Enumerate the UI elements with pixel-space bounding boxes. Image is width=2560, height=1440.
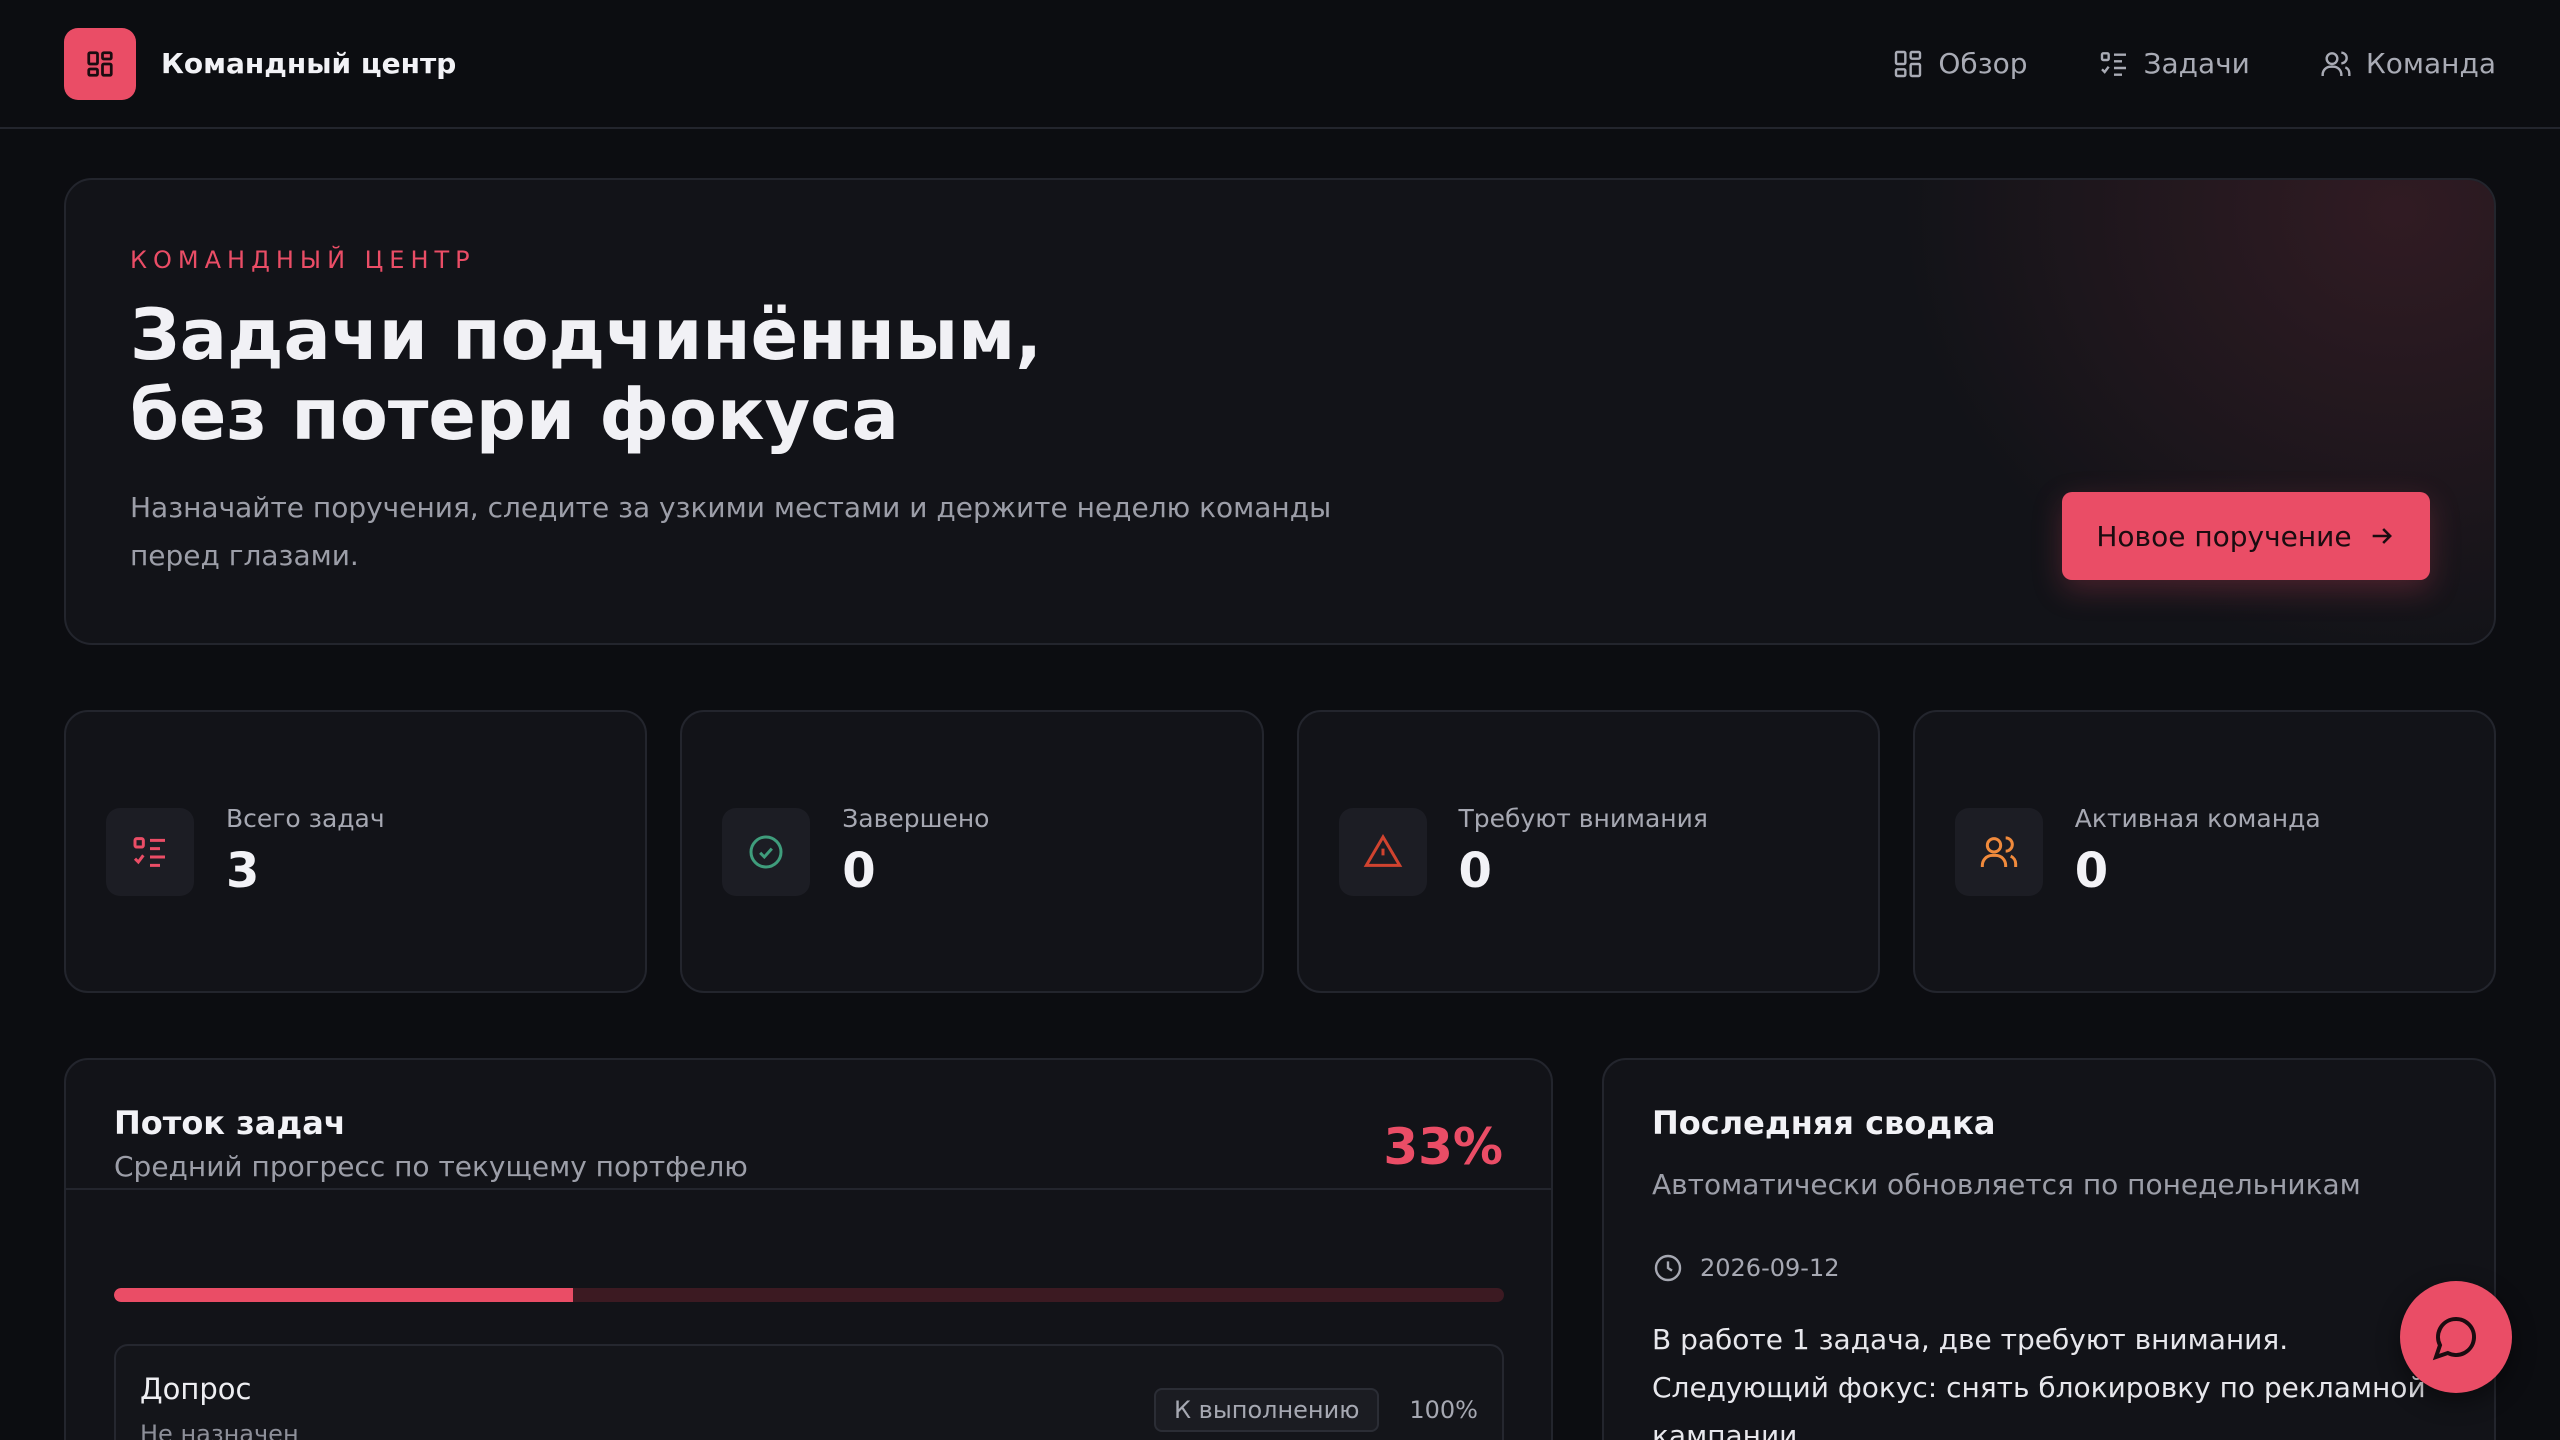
nav-item-overview[interactable]: Обзор — [1892, 47, 2028, 80]
hero-panel: КОМАНДНЫЙ ЦЕНТР Задачи подчинённым, без … — [64, 178, 2496, 645]
page-title-line-2: без потери фокуса — [130, 374, 899, 456]
nav-item-tasks[interactable]: Задачи — [2098, 47, 2250, 80]
dashboard-grid-icon[interactable] — [64, 27, 136, 100]
app-title[interactable]: Командный центр — [161, 47, 456, 80]
task-flow-header: Поток задач Средний прогресс по текущему… — [66, 1060, 1551, 1190]
top-navigation: Командный центр Обзор Задачи Команда — [0, 0, 2560, 129]
chat-button[interactable] — [2400, 1281, 2512, 1393]
stat-label: Всего задач — [226, 804, 385, 833]
new-assignment-button[interactable]: Новое поручение — [2062, 492, 2430, 580]
nav-item-label: Задачи — [2143, 47, 2250, 80]
summary-date-value: 2026-09-12 — [1700, 1254, 1840, 1282]
task-row[interactable]: Допрос Не назначен К выполнению 100% — [114, 1344, 1504, 1440]
nav-item-label: Обзор — [1938, 47, 2028, 80]
stat-label: Завершено — [842, 804, 990, 833]
page-title-line-1: Задачи подчинённым, — [130, 294, 1042, 376]
dashboard-grid-icon — [1892, 48, 1924, 80]
summary-title: Последняя сводка — [1652, 1104, 1996, 1142]
users-icon — [1954, 807, 2043, 896]
portfolio-progress-bar — [114, 1288, 1504, 1302]
task-percent: 100% — [1409, 1396, 1478, 1424]
hero-description: Назначайте поручения, следите за узкими … — [130, 491, 1332, 572]
nav-item-team[interactable]: Команда — [2320, 47, 2496, 80]
stat-card-attention: Требуют внимания 0 — [1296, 710, 1880, 993]
stats-row: Всего задач 3 Завершено 0 Требуют вниман… — [64, 710, 2496, 993]
arrow-right-icon — [2368, 522, 2396, 550]
task-list-icon — [2098, 48, 2130, 80]
nav-item-label: Команда — [2365, 47, 2496, 80]
stat-card-completed: Завершено 0 — [680, 710, 1264, 993]
stat-card-team: Активная команда 0 — [1912, 710, 2496, 993]
check-circle-icon — [722, 807, 811, 896]
page-title: Задачи подчинённым, без потери фокуса — [130, 295, 1530, 455]
summary-text: В работе 1 задача, две требуют внимания.… — [1652, 1323, 2426, 1440]
clock-icon — [1652, 1252, 1684, 1284]
summary-date: 2026-09-12 — [1652, 1252, 1839, 1284]
users-icon — [2320, 48, 2352, 80]
hero-eyebrow: КОМАНДНЫЙ ЦЕНТР — [130, 246, 476, 274]
new-assignment-label: Новое поручение — [2096, 519, 2352, 553]
task-flow-panel: Поток задач Средний прогресс по текущему… — [64, 1058, 1553, 1440]
status-badge[interactable]: К выполнению — [1154, 1388, 1380, 1432]
task-title: Допрос — [140, 1372, 252, 1406]
portfolio-progress-fill — [114, 1288, 573, 1302]
stat-value: 0 — [1458, 843, 1492, 899]
main-nav: Обзор Задачи Команда — [1892, 47, 2496, 80]
warning-triangle-icon — [1338, 807, 1427, 896]
summary-subtitle: Автоматически обновляется по понедельник… — [1652, 1168, 2361, 1201]
task-list-icon — [106, 807, 194, 896]
stat-value: 0 — [2074, 843, 2109, 899]
stat-label: Требуют внимания — [1458, 804, 1708, 833]
task-flow-percent: 33% — [1383, 1118, 1503, 1176]
task-flow-subtitle: Средний прогресс по текущему портфелю — [114, 1150, 748, 1183]
chat-bubble-icon — [2432, 1313, 2480, 1361]
stat-card-total: Всего задач 3 — [64, 710, 648, 993]
stat-value: 3 — [226, 843, 260, 899]
summary-panel: Последняя сводка Автоматически обновляет… — [1602, 1058, 2496, 1440]
stat-value: 0 — [842, 843, 876, 899]
task-assignee: Не назначен — [140, 1420, 299, 1440]
task-flow-title: Поток задач — [114, 1104, 346, 1142]
stat-label: Активная команда — [2074, 804, 2321, 833]
